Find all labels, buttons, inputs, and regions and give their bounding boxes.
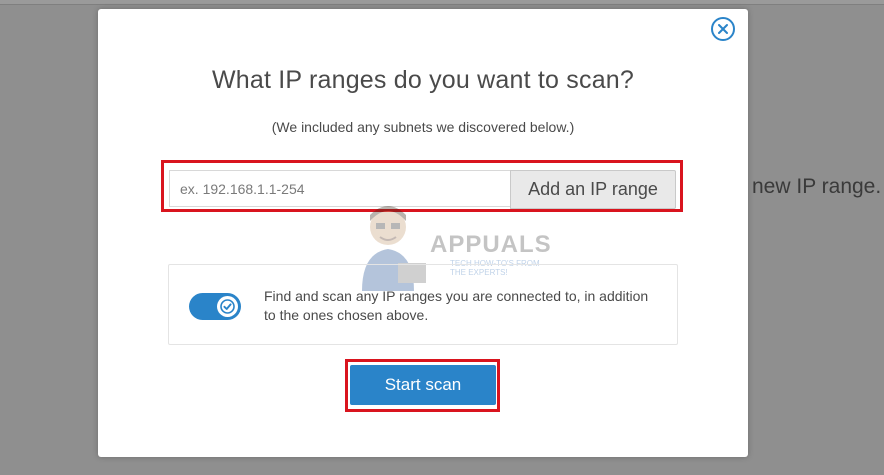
close-circle-icon bbox=[711, 17, 735, 41]
checkmark-icon bbox=[220, 299, 235, 314]
auto-scan-toggle[interactable] bbox=[189, 293, 241, 320]
modal-title: What IP ranges do you want to scan? bbox=[211, 66, 635, 94]
ip-range-input[interactable] bbox=[169, 170, 511, 207]
auto-scan-option: Find and scan any IP ranges you are conn… bbox=[168, 264, 678, 345]
add-ip-range-button[interactable]: Add an IP range bbox=[510, 170, 676, 209]
toggle-knob bbox=[217, 296, 238, 317]
auto-scan-option-text: Find and scan any IP ranges you are conn… bbox=[264, 288, 649, 323]
start-scan-button[interactable]: Start scan bbox=[350, 365, 496, 405]
scan-ranges-modal: What IP ranges do you want to scan? (We … bbox=[98, 9, 748, 457]
watermark-title: APPUALS bbox=[430, 231, 552, 258]
modal-subtitle: (We included any subnets we discovered b… bbox=[271, 119, 575, 135]
close-button[interactable] bbox=[710, 16, 736, 42]
background-partial-text: new IP range. bbox=[752, 175, 882, 198]
background-top-bar bbox=[0, 0, 884, 5]
